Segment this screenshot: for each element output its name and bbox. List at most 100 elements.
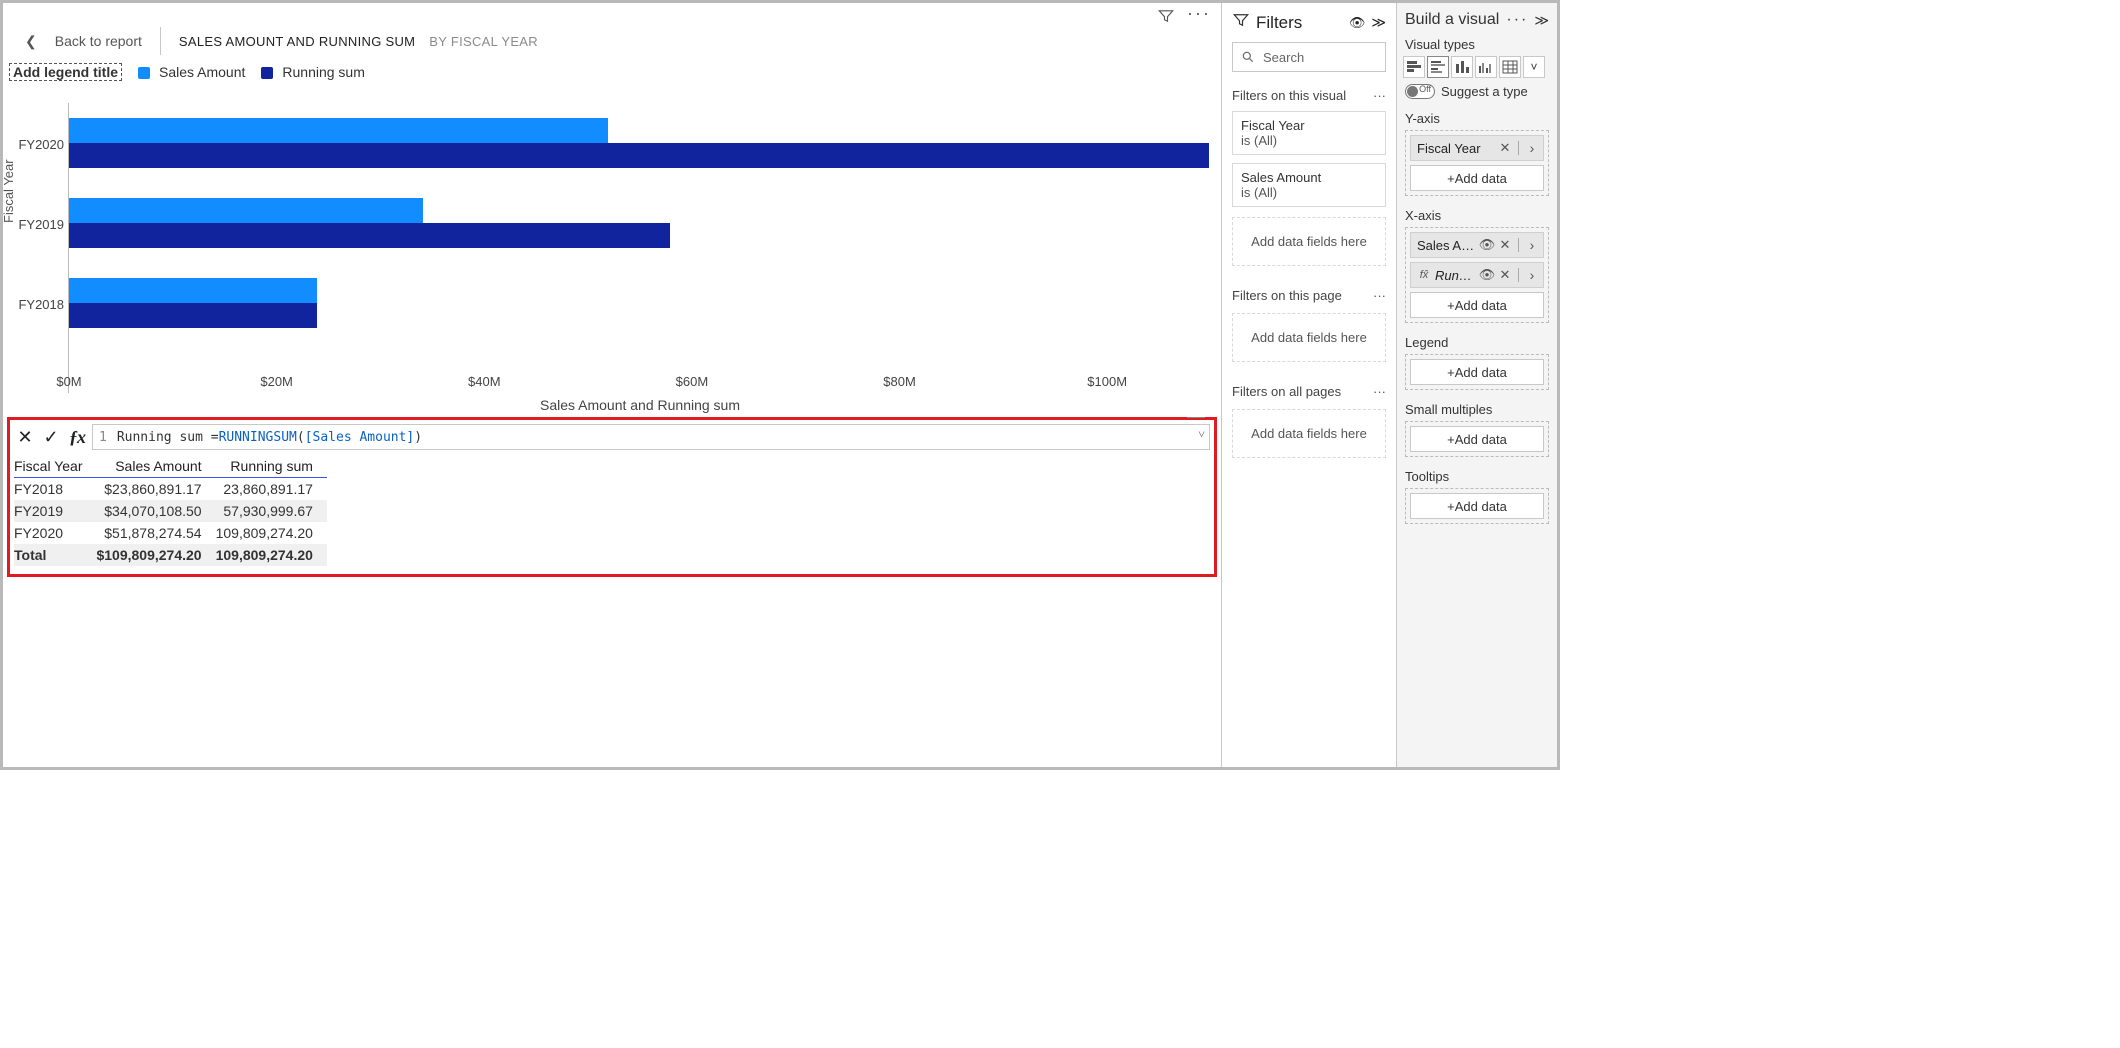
section-more-icon[interactable]: ··· <box>1373 384 1386 399</box>
plot-area: $0M$20M$40M$60M$80M$100M Sales Amount an… <box>68 103 1211 393</box>
x-tick-label: $80M <box>883 374 916 389</box>
filter-card-fiscal-year[interactable]: Fiscal Year is (All) <box>1232 111 1386 155</box>
filter-icon[interactable] <box>1157 7 1175 30</box>
chart: Fiscal Year $0M$20M$40M$60M$80M$100M Sal… <box>3 93 1211 413</box>
back-to-report-link[interactable]: Back to report <box>55 33 142 49</box>
y-tick-label: FY2018 <box>9 297 64 312</box>
bar-running-sum[interactable] <box>69 143 1209 168</box>
formula-cancel-button[interactable]: ✕ <box>14 426 36 448</box>
filter-field-name: Sales Amount <box>1241 170 1377 185</box>
small-multiples-well[interactable]: +Add data <box>1405 421 1549 457</box>
filter-condition: is (All) <box>1241 133 1377 148</box>
filters-title: Filters <box>1256 13 1302 33</box>
bar-sales-amount[interactable] <box>69 278 317 303</box>
small-multiples-add-button[interactable]: +Add data <box>1410 426 1544 452</box>
chevron-right-icon[interactable]: › <box>1525 140 1539 156</box>
filter-condition: is (All) <box>1241 185 1377 200</box>
bar-sales-amount[interactable] <box>69 198 423 223</box>
build-title: Build a visual <box>1405 11 1499 29</box>
legend-well[interactable]: +Add data <box>1405 354 1549 390</box>
build-more-icon[interactable]: ··· <box>1506 11 1528 29</box>
section-more-icon[interactable]: ··· <box>1373 288 1386 303</box>
visual-type-stacked-column[interactable] <box>1451 56 1473 78</box>
add-filter-page-dropzone[interactable]: Add data fields here <box>1232 313 1386 362</box>
visual-title: SALES AMOUNT AND RUNNING SUM BY FISCAL Y… <box>179 34 538 49</box>
fx-measure-icon: fx̂ <box>1417 269 1431 281</box>
visual-type-table[interactable] <box>1499 56 1521 78</box>
x-tick-label: $60M <box>676 374 709 389</box>
bar-running-sum[interactable] <box>69 303 317 328</box>
add-filter-all-dropzone[interactable]: Add data fields here <box>1232 409 1386 458</box>
collapse-filters-button[interactable]: ≫ <box>1371 14 1386 31</box>
col-running-sum[interactable]: Running sum <box>216 456 327 478</box>
formula-line-number: 1 <box>99 430 107 445</box>
bar-sales-amount[interactable] <box>69 118 608 143</box>
remove-icon[interactable]: ✕ <box>1498 140 1512 156</box>
formula-expand-line <box>1187 417 1205 418</box>
yaxis-well[interactable]: Fiscal Year ✕ › +Add data <box>1405 130 1549 196</box>
suggest-type-toggle[interactable]: Off <box>1405 84 1435 99</box>
col-sales-amount[interactable]: Sales Amount <box>96 456 215 478</box>
xaxis-add-button[interactable]: +Add data <box>1410 292 1544 318</box>
visibility-icon[interactable]: 👁 <box>1480 237 1494 253</box>
bar-running-sum[interactable] <box>69 223 670 248</box>
visual-type-stacked-bar[interactable] <box>1403 56 1425 78</box>
tooltips-add-button[interactable]: +Add data <box>1410 493 1544 519</box>
chevron-right-icon[interactable]: › <box>1525 237 1539 253</box>
y-axis-title: Fiscal Year <box>1 159 16 223</box>
chip-sales-amount[interactable]: Sales Am… 👁 ✕ › <box>1410 232 1544 258</box>
col-fiscal-year[interactable]: Fiscal Year <box>14 456 96 478</box>
chevron-right-icon[interactable]: › <box>1525 267 1539 283</box>
add-filter-visual-dropzone[interactable]: Add data fields here <box>1232 217 1386 266</box>
filters-search-input[interactable]: Search <box>1232 42 1386 72</box>
x-axis-title: Sales Amount and Running sum <box>69 397 1211 413</box>
xaxis-well[interactable]: Sales Am… 👁 ✕ › fx̂ Runni… 👁 ✕ › +Add da… <box>1405 227 1549 323</box>
legend-label: Legend <box>1397 331 1557 352</box>
tooltips-well[interactable]: +Add data <box>1405 488 1549 524</box>
data-table: Fiscal Year Sales Amount Running sum FY2… <box>14 456 327 566</box>
divider <box>160 27 161 55</box>
yaxis-add-button[interactable]: +Add data <box>1410 165 1544 191</box>
app-window: ··· ❮ Back to report SALES AMOUNT AND RU… <box>0 0 1560 770</box>
chip-fiscal-year[interactable]: Fiscal Year ✕ › <box>1410 135 1544 161</box>
x-tick-label: $100M <box>1087 374 1127 389</box>
x-axis-ticks: $0M$20M$40M$60M$80M$100M <box>69 371 1211 393</box>
filters-on-page-header: Filters on this page··· <box>1222 282 1396 307</box>
filter-card-sales-amount[interactable]: Sales Amount is (All) <box>1232 163 1386 207</box>
visibility-icon[interactable]: 👁 <box>1480 267 1494 283</box>
yaxis-label: Y-axis <box>1397 107 1557 128</box>
remove-icon[interactable]: ✕ <box>1498 267 1512 283</box>
table-row[interactable]: FY2020$51,878,274.54109,809,274.20 <box>14 522 327 544</box>
formula-expand-button[interactable]: ˅ <box>1198 427 1205 442</box>
remove-icon[interactable]: ✕ <box>1498 237 1512 253</box>
report-canvas: ··· ❮ Back to report SALES AMOUNT AND RU… <box>3 3 1222 767</box>
search-placeholder: Search <box>1263 50 1304 65</box>
suggest-type-label: Suggest a type <box>1441 84 1528 99</box>
collapse-build-button[interactable]: ≫ <box>1534 12 1549 29</box>
section-more-icon[interactable]: ··· <box>1373 88 1386 103</box>
visual-type-clustered-column[interactable] <box>1475 56 1497 78</box>
legend-label-1: Sales Amount <box>159 64 245 80</box>
visibility-icon[interactable]: 👁 <box>1349 15 1366 31</box>
legend-add-button[interactable]: +Add data <box>1410 359 1544 385</box>
more-icon[interactable]: ··· <box>1187 3 1211 26</box>
small-multiples-label: Small multiples <box>1397 398 1557 419</box>
back-chevron-icon[interactable]: ❮ <box>25 33 37 50</box>
visual-type-clustered-bar[interactable] <box>1427 56 1449 78</box>
formula-input[interactable]: 1 Running sum = RUNNINGSUM ( [Sales Amou… <box>92 424 1210 450</box>
table-row[interactable]: FY2019$34,070,108.5057,930,999.67 <box>14 500 327 522</box>
table-row[interactable]: FY2018$23,860,891.1723,860,891.17 <box>14 478 327 501</box>
legend-swatch-1 <box>138 67 150 79</box>
formula-function: RUNNINGSUM <box>219 430 297 445</box>
x-tick-label: $0M <box>56 374 81 389</box>
legend-title-placeholder[interactable]: Add legend title <box>9 63 122 81</box>
formula-commit-button[interactable]: ✓ <box>40 426 62 448</box>
build-visual-panel: Build a visual ··· ≫ Visual types ˅ Off … <box>1397 3 1557 767</box>
legend-label-2: Running sum <box>282 64 365 80</box>
visual-type-more[interactable]: ˅ <box>1523 56 1545 78</box>
chip-running-sum[interactable]: fx̂ Runni… 👁 ✕ › <box>1410 262 1544 288</box>
fx-icon[interactable]: ƒx <box>66 426 88 448</box>
table-total-row: Total$109,809,274.20109,809,274.20 <box>14 544 327 566</box>
xaxis-label: X-axis <box>1397 204 1557 225</box>
filter-field-name: Fiscal Year <box>1241 118 1377 133</box>
